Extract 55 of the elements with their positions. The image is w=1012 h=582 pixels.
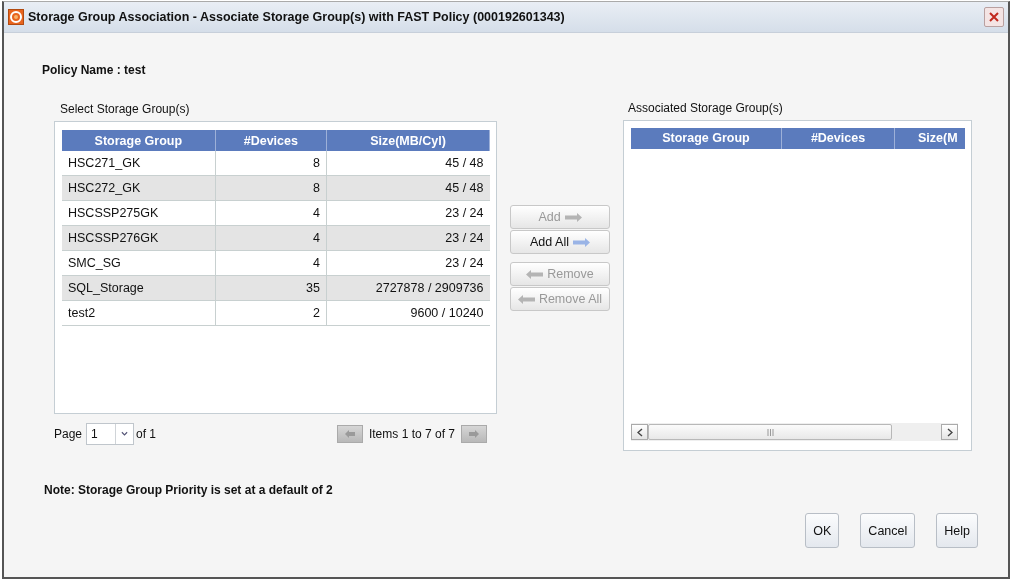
previous-page-button[interactable] (336, 425, 363, 443)
table-cell: 4 (215, 200, 327, 226)
table-cell: 23 / 24 (326, 200, 490, 226)
priority-note: Note: Storage Group Priority is set at a default of 2 (44, 483, 334, 499)
table-cell: 45 / 48 (326, 175, 490, 201)
table-cell: SQL_Storage (62, 275, 216, 301)
table-cell: test2 (62, 300, 216, 326)
items-count: Items 1 to 7 of 7 (368, 427, 455, 441)
page-label: Page (54, 427, 83, 441)
table-cell: 2 (215, 300, 327, 326)
table-cell: 45 / 48 (326, 151, 490, 176)
dialog-button[interactable]: OK (805, 513, 840, 548)
panel-label: Select Storage Group(s) (60, 102, 191, 118)
app-logo-icon (8, 9, 24, 25)
table-cell: 2727878 / 2909736 (326, 275, 490, 301)
table-cell: 23 / 24 (326, 225, 490, 251)
table-cell: 8 (215, 175, 327, 201)
right-arrow-icon[interactable] (469, 430, 479, 438)
table-cell: 9600 / 10240 (326, 300, 490, 326)
page-count: of 1 (136, 427, 157, 441)
window-title: Storage Group Association - Associate Storage Group(s) with FAST Policy (000192601343) (28, 10, 566, 24)
policy-name: Policy Name : test (42, 63, 147, 79)
scroll-left-icon[interactable] (631, 424, 648, 440)
column-header[interactable]: #Devices (215, 130, 327, 151)
table-cell: 4 (215, 250, 327, 276)
table-cell: 4 (215, 225, 327, 251)
right-arrow-icon (572, 237, 590, 247)
table-cell: HSC272_GK (62, 175, 216, 201)
panel-label: Associated Storage Group(s) (628, 101, 784, 117)
add-button[interactable]: Add All (510, 230, 610, 254)
column-header[interactable]: #Devices (781, 127, 895, 149)
dialog-button[interactable]: Help (936, 513, 978, 548)
column-header[interactable]: Storage Group (631, 127, 782, 149)
next-page-button[interactable] (461, 425, 487, 443)
table-cell: HSCSSP276GK (62, 225, 216, 251)
scroll-right-icon[interactable] (941, 424, 958, 440)
table-cell: 23 / 24 (326, 250, 490, 276)
column-header[interactable]: Size(M (894, 127, 965, 149)
close-icon[interactable] (989, 12, 999, 22)
scroll-thumb[interactable] (648, 424, 892, 440)
column-header[interactable]: Size(MB/Cyl) (326, 130, 490, 151)
right-arrow-icon (564, 212, 582, 222)
table-cell: 35 (215, 275, 327, 301)
left-arrow-icon (517, 294, 535, 304)
page-dropdown[interactable]: 1 (86, 423, 135, 445)
column-header[interactable]: Storage Group (62, 130, 216, 151)
left-arrow-icon[interactable] (344, 430, 355, 438)
dialog-button[interactable]: Cancel (860, 513, 916, 548)
close-button[interactable] (984, 7, 1004, 27)
table-cell: SMC_SG (62, 250, 216, 276)
table-cell: HSC271_GK (62, 151, 216, 176)
horizontal-scrollbar[interactable] (631, 423, 958, 441)
table-cell: HSCSSP275GK (62, 200, 216, 226)
table-cell: 8 (215, 151, 327, 176)
left-arrow-icon (526, 269, 544, 279)
